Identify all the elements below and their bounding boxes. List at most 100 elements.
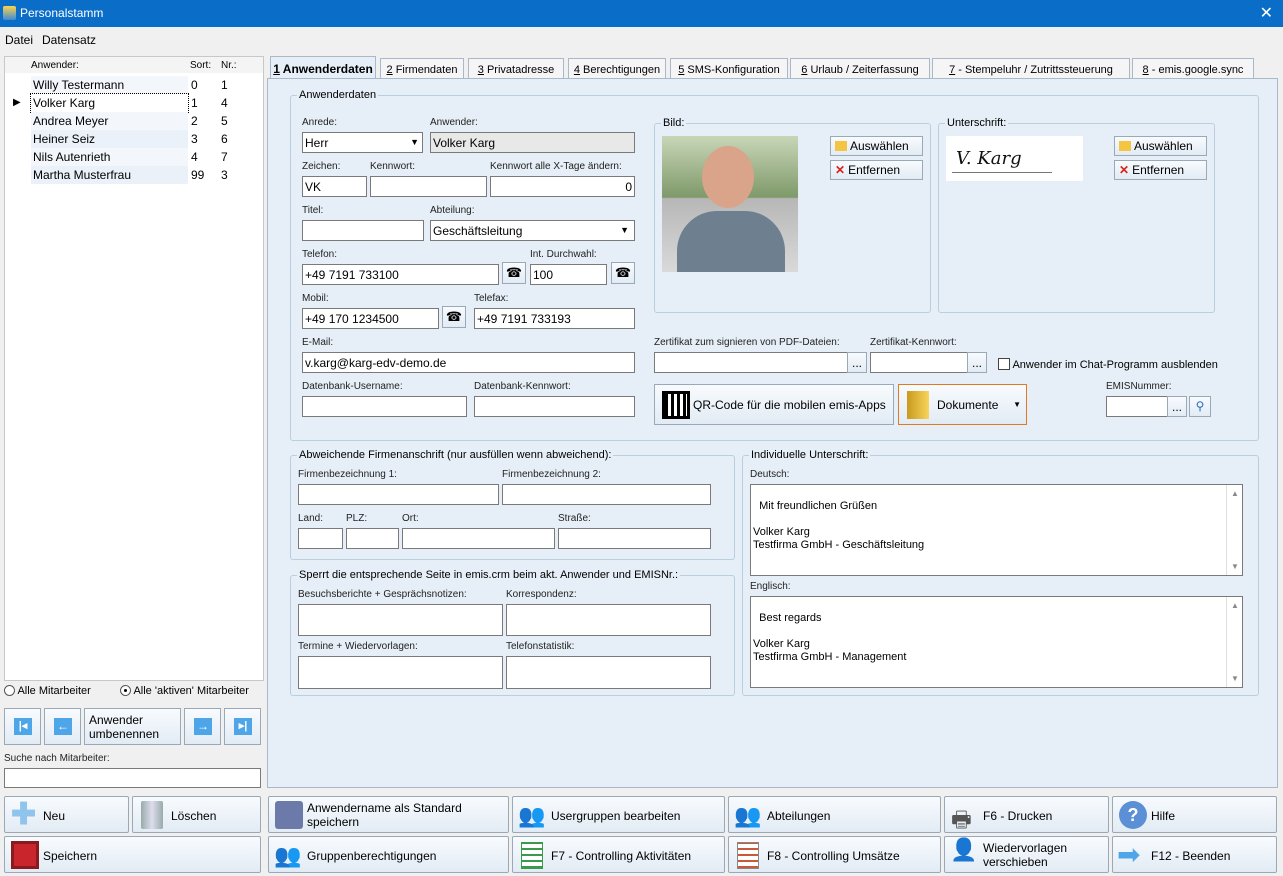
next-record-button[interactable]: →: [184, 708, 221, 745]
titel-field[interactable]: [302, 220, 424, 241]
list-item[interactable]: Heiner Seiz: [31, 130, 188, 148]
list-item-nr: 1: [219, 76, 244, 94]
scrollbar[interactable]: ▲ ▼: [1226, 485, 1242, 575]
corr-field[interactable]: [506, 604, 711, 636]
new-button[interactable]: ✚ Neu: [4, 796, 129, 833]
dial-mobile-button[interactable]: ☎: [442, 306, 466, 328]
chevron-up-icon[interactable]: ▲: [1231, 599, 1239, 612]
zeichen-field[interactable]: VK: [302, 176, 367, 197]
signature-select-button[interactable]: Auswählen: [1114, 136, 1207, 156]
delete-button[interactable]: Löschen: [132, 796, 261, 833]
checkbox-icon[interactable]: [998, 358, 1010, 370]
tab-1[interactable]: 1 Anwenderdaten: [270, 56, 376, 79]
hide-chat-checkbox[interactable]: Anwender im Chat-Programm ausblenden: [998, 358, 1218, 371]
emis-field[interactable]: [1106, 396, 1168, 417]
db-pass-field[interactable]: [474, 396, 635, 417]
mobil-field[interactable]: +49 170 1234500: [302, 308, 439, 329]
emis-browse-button[interactable]: ...: [1167, 396, 1187, 417]
abteilung-select[interactable]: Geschäftsleitung ▼: [430, 220, 635, 241]
tab-2[interactable]: 2 Firmendaten: [380, 58, 464, 79]
filter-all[interactable]: Alle Mitarbeiter: [4, 685, 91, 697]
radio-icon[interactable]: [4, 685, 15, 696]
phone-stat-field[interactable]: [506, 656, 711, 689]
list-item[interactable]: Willy Testermann: [31, 76, 188, 94]
ort-field[interactable]: [402, 528, 555, 549]
exit-button[interactable]: ➡ F12 - Beenden: [1112, 836, 1277, 873]
chevron-up-icon[interactable]: ▲: [1231, 487, 1239, 500]
menu-datensatz[interactable]: Datensatz: [42, 33, 96, 47]
prev-record-button[interactable]: ←: [44, 708, 81, 745]
qr-code-button[interactable]: QR-Code für die mobilen emis-Apps: [654, 384, 894, 425]
email-label: E-Mail:: [302, 337, 334, 348]
arrow-right-icon: ➡: [1117, 839, 1141, 870]
filter-active[interactable]: Alle 'aktiven' Mitarbeiter: [120, 685, 249, 697]
print-button[interactable]: 🖶 F6 - Drucken: [944, 796, 1109, 833]
signature-de-textarea[interactable]: Mit freundlichen Grüßen Volker Karg Test…: [750, 484, 1243, 576]
cert-browse-button[interactable]: ...: [847, 352, 867, 373]
save-default-name-button[interactable]: Anwendername als Standard speichern: [268, 796, 509, 833]
tab-3[interactable]: 3 Privatadresse: [468, 58, 564, 79]
photo-select-button[interactable]: Auswählen: [830, 136, 923, 156]
dates-field[interactable]: [298, 656, 503, 689]
visits-field[interactable]: [298, 604, 503, 636]
durchwahl-field[interactable]: 100: [530, 264, 607, 285]
controlling-sales-button[interactable]: F8 - Controlling Umsätze: [728, 836, 941, 873]
abteilung-value: Geschäftsleitung: [433, 224, 523, 238]
group-permissions-button[interactable]: 👥 Gruppenberechtigungen: [268, 836, 509, 873]
edit-usergroups-button[interactable]: 👥 Usergruppen bearbeiten: [512, 796, 725, 833]
chevron-down-icon[interactable]: ▼: [1231, 560, 1239, 573]
tab-4[interactable]: 4 Berechtigungen: [568, 58, 666, 79]
telefax-field[interactable]: +49 7191 733193: [474, 308, 635, 329]
help-icon: ?: [1119, 801, 1147, 829]
telefax-label: Telefax:: [474, 293, 509, 304]
tab-6[interactable]: 6 Urlaub / Zeiterfassung: [790, 58, 930, 79]
close-icon[interactable]: ✕: [1260, 3, 1273, 23]
anrede-label: Anrede:: [302, 117, 338, 128]
db-user-field[interactable]: [302, 396, 467, 417]
radio-checked-icon[interactable]: [120, 685, 131, 696]
chevron-down-icon[interactable]: ▼: [1231, 672, 1239, 685]
rename-user-button[interactable]: Anwender umbenennen: [84, 708, 181, 745]
cert-field[interactable]: [654, 352, 848, 373]
photo-remove-button[interactable]: ✕ Entfernen: [830, 160, 923, 180]
emis-search-button[interactable]: ⚲: [1189, 396, 1211, 417]
list-item-sort: 2: [189, 112, 218, 130]
save-button[interactable]: Speichern: [4, 836, 261, 873]
first-record-button[interactable]: |◂: [4, 708, 41, 745]
land-field[interactable]: [298, 528, 343, 549]
signature-remove-button[interactable]: ✕ Entfernen: [1114, 160, 1207, 180]
email-field[interactable]: v.karg@karg-edv-demo.de: [302, 352, 635, 373]
controlling-activities-button[interactable]: F7 - Controlling Aktivitäten: [512, 836, 725, 873]
dial-phone-button[interactable]: ☎: [502, 262, 526, 284]
company-name2-field[interactable]: [502, 484, 711, 505]
help-button[interactable]: ? Hilfe: [1112, 796, 1277, 833]
plz-field[interactable]: [346, 528, 399, 549]
cert-pw-browse-button[interactable]: ...: [967, 352, 987, 373]
kennwort-field[interactable]: [370, 176, 487, 197]
tab-7[interactable]: 7 - Stempeluhr / Zutrittssteuerung: [932, 58, 1130, 79]
tab-5[interactable]: 5 SMS-Konfiguration: [670, 58, 788, 79]
departments-button[interactable]: 👥 Abteilungen: [728, 796, 941, 833]
move-followups-button[interactable]: 👤 Wiedervorlagen verschieben: [944, 836, 1109, 873]
scrollbar[interactable]: ▲ ▼: [1226, 597, 1242, 687]
documents-button[interactable]: Dokumente ▼: [898, 384, 1027, 425]
menu-datei[interactable]: Datei: [5, 33, 33, 47]
company-name1-field[interactable]: [298, 484, 499, 505]
list-item[interactable]: Nils Autenrieth: [31, 148, 188, 166]
kennwort-tage-field[interactable]: 0: [490, 176, 635, 197]
list-item[interactable]: Martha Musterfrau: [31, 166, 188, 184]
list-item[interactable]: Volker Karg: [30, 93, 189, 113]
last-record-button[interactable]: ▸|: [224, 708, 261, 745]
list-item[interactable]: Andrea Meyer: [31, 112, 188, 130]
strasse-field[interactable]: [558, 528, 711, 549]
employee-list[interactable]: Anwender: Sort: Nr.: Willy Testermann 0 …: [4, 56, 264, 681]
cert-pw-field[interactable]: [870, 352, 968, 373]
save-default-name-label: Anwendername als Standard speichern: [307, 801, 462, 829]
tab-8[interactable]: 8 - emis.google.sync: [1132, 58, 1254, 79]
anrede-select[interactable]: Herr ▼: [302, 132, 423, 153]
dial-extension-button[interactable]: ☎: [611, 262, 635, 284]
qr-code-icon: [662, 391, 690, 419]
signature-en-textarea[interactable]: Best regards Volker Karg Testfirma GmbH …: [750, 596, 1243, 688]
telefon-field[interactable]: +49 7191 733100: [302, 264, 499, 285]
search-input[interactable]: [4, 768, 261, 788]
